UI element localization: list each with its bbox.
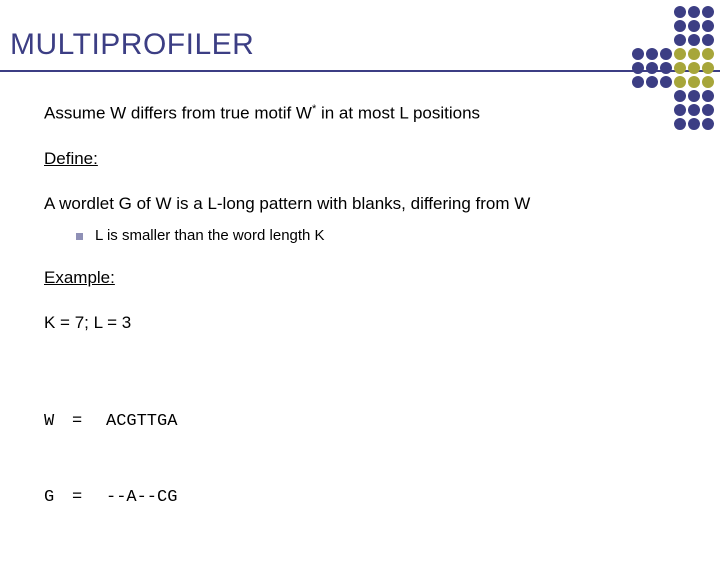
bullet-item: L is smaller than the word length K bbox=[76, 227, 690, 244]
decoration-dot bbox=[702, 48, 714, 60]
equals-sign: = bbox=[72, 485, 106, 511]
sequence-w-row: W = ACGTTGA bbox=[44, 409, 690, 435]
decoration-dot bbox=[674, 118, 686, 130]
sequence-g-row: G = --A--CG bbox=[44, 485, 690, 511]
sequence-g-value: --A--CG bbox=[106, 485, 177, 511]
decoration-dot bbox=[646, 62, 658, 74]
example-heading: Example: bbox=[44, 268, 690, 288]
decoration-dot bbox=[674, 34, 686, 46]
decoration-dot bbox=[674, 76, 686, 88]
wordlet-definition: A wordlet G of W is a L-long pattern wit… bbox=[44, 193, 690, 215]
decoration-dot bbox=[688, 62, 700, 74]
decoration-dot bbox=[632, 48, 644, 60]
decoration-dot bbox=[674, 48, 686, 60]
decoration-dot bbox=[688, 76, 700, 88]
decoration-dot bbox=[688, 20, 700, 32]
decoration-dot bbox=[702, 118, 714, 130]
decoration-dot bbox=[702, 76, 714, 88]
assumption-line: Assume W differs from true motif W* in a… bbox=[44, 102, 690, 125]
example-sequences: W = ACGTTGA G = --A--CG bbox=[44, 358, 690, 562]
decoration-dot bbox=[674, 104, 686, 116]
equals-sign: = bbox=[72, 409, 106, 435]
decoration-dot bbox=[702, 34, 714, 46]
decoration-dot bbox=[632, 76, 644, 88]
decoration-dot bbox=[688, 90, 700, 102]
decoration-dot bbox=[660, 48, 672, 60]
corner-dot-decoration bbox=[632, 6, 714, 130]
decoration-dot bbox=[702, 20, 714, 32]
decoration-dot bbox=[688, 6, 700, 18]
decoration-dot bbox=[688, 118, 700, 130]
decoration-dot bbox=[688, 48, 700, 60]
decoration-dot bbox=[702, 104, 714, 116]
define-heading: Define: bbox=[44, 149, 690, 169]
assumption-pre: Assume W differs from true motif W bbox=[44, 104, 312, 123]
decoration-dot bbox=[702, 90, 714, 102]
sequence-w-value: ACGTTGA bbox=[106, 409, 177, 435]
sequence-w-label: W bbox=[44, 409, 72, 435]
bullet-text: L is smaller than the word length K bbox=[95, 227, 325, 244]
decoration-dot bbox=[702, 6, 714, 18]
title-bar: MULTIPROFILER bbox=[0, 0, 720, 70]
square-bullet-icon bbox=[76, 233, 83, 240]
decoration-dot bbox=[674, 20, 686, 32]
decoration-dot bbox=[660, 76, 672, 88]
decoration-dot bbox=[688, 104, 700, 116]
decoration-dot bbox=[674, 62, 686, 74]
assumption-post: in at most L positions bbox=[316, 104, 480, 123]
sequence-g-label: G bbox=[44, 485, 72, 511]
slide-content: Assume W differs from true motif W* in a… bbox=[0, 72, 720, 562]
decoration-dot bbox=[660, 62, 672, 74]
decoration-dot bbox=[646, 76, 658, 88]
example-params: K = 7; L = 3 bbox=[44, 312, 690, 334]
decoration-dot bbox=[632, 62, 644, 74]
slide-title: MULTIPROFILER bbox=[10, 28, 710, 62]
decoration-dot bbox=[688, 34, 700, 46]
decoration-dot bbox=[702, 62, 714, 74]
decoration-dot bbox=[674, 6, 686, 18]
decoration-dot bbox=[674, 90, 686, 102]
decoration-dot bbox=[646, 48, 658, 60]
